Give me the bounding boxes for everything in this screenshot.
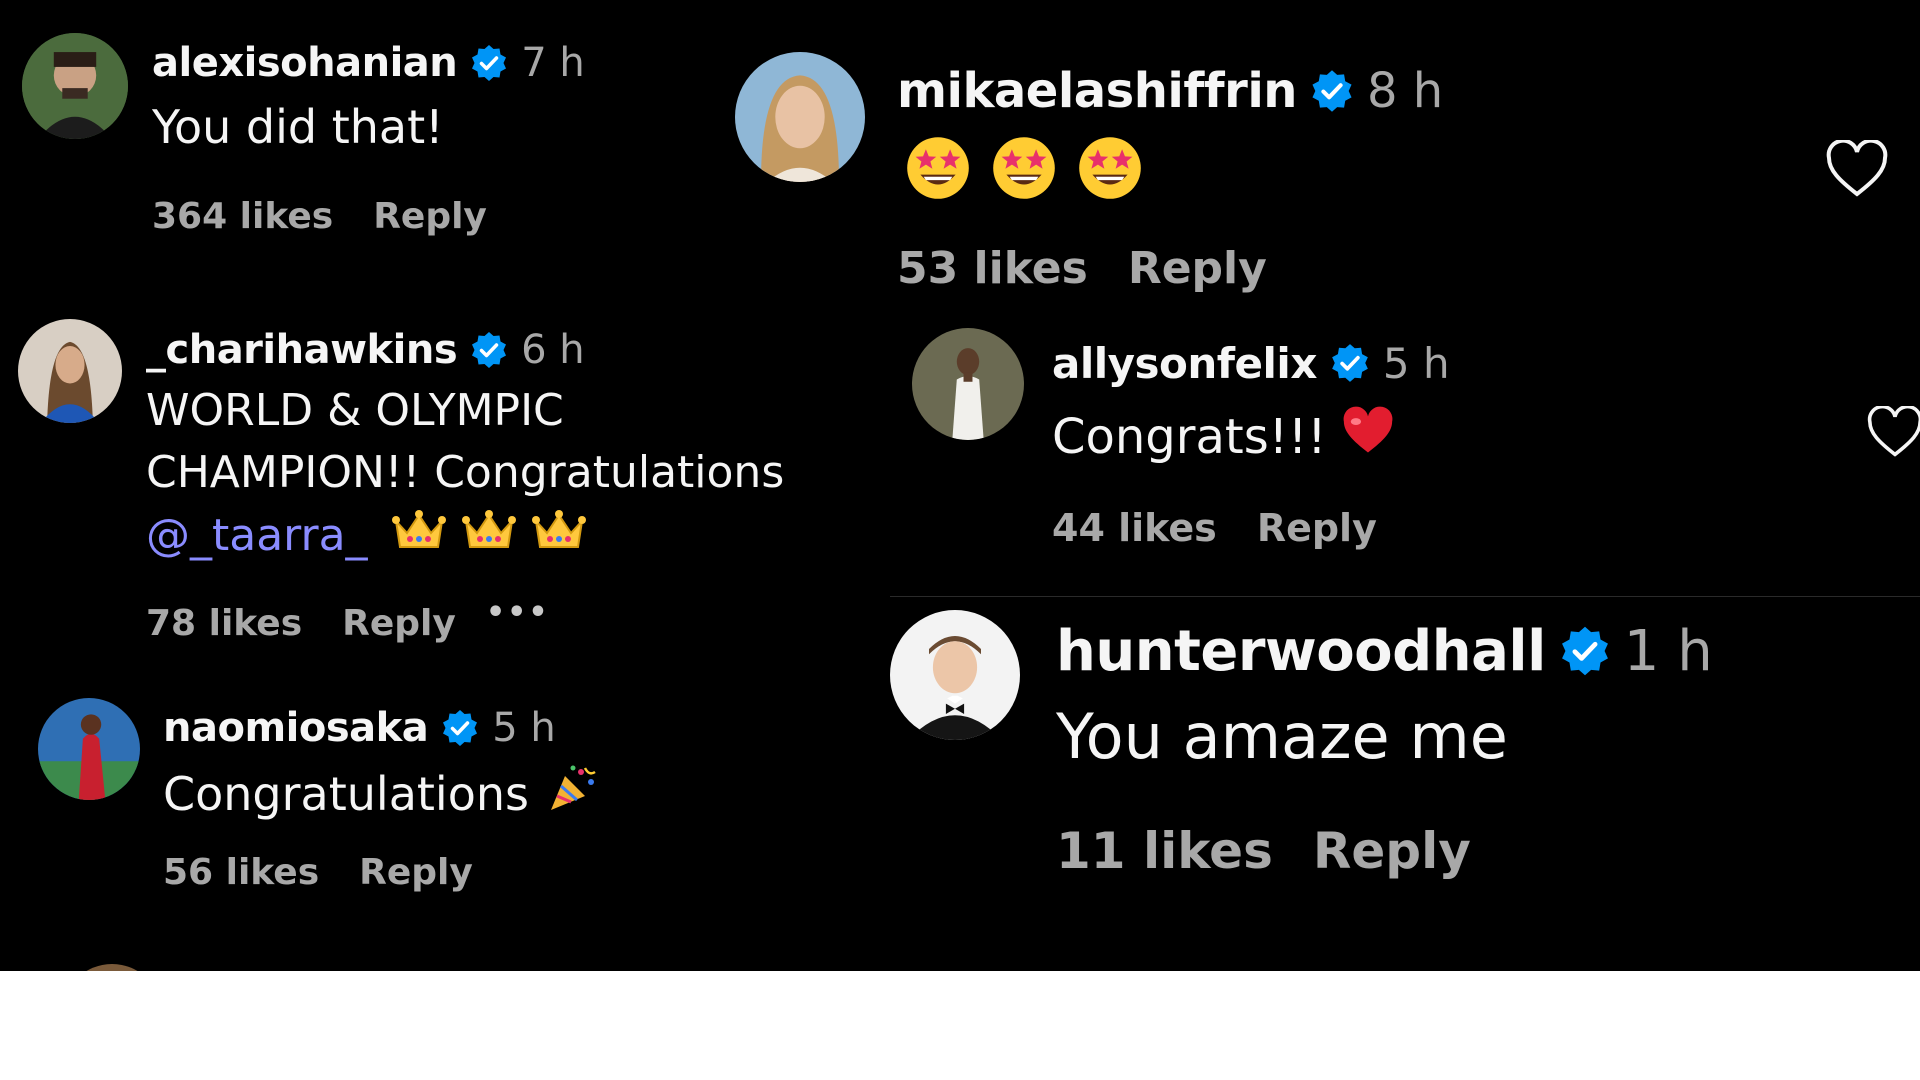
reply-button[interactable]: Reply [359,852,473,893]
reply-button[interactable]: Reply [1257,506,1377,550]
comment-actions: 364 likes Reply [152,196,487,237]
likes-count[interactable]: 11 likes [1056,822,1273,880]
comment-header: allysonfelix 5 h [1052,338,1450,388]
verified-badge-icon [1558,624,1612,678]
comment-text-label: Congrats!!! [1052,409,1327,465]
comment-text-line-3: @_taarra_ [146,507,586,564]
username[interactable]: hunterwoodhall [1056,619,1546,684]
comment-text [905,135,1143,205]
comment-naomiosaka: naomiosaka 5 h Congratulations 56 likes … [0,680,885,971]
panel-divider [890,596,1920,597]
verified-badge-icon [440,708,480,748]
comment-text: You did that! [152,100,444,154]
star-struck-emoji-icon [1077,135,1143,205]
crown-emoji-icon [461,507,516,564]
comment-actions: 56 likes Reply [163,852,473,893]
comment-text-line-1: WORLD & OLYMPIC [146,385,564,436]
timestamp: 5 h [492,705,556,751]
comment-text: You amaze me [1056,700,1508,773]
like-heart-icon[interactable] [1866,404,1920,462]
comment-actions: 78 likes Reply [146,603,456,644]
like-heart-icon[interactable] [1825,138,1889,202]
likes-count[interactable]: 44 likes [1052,506,1217,550]
verified-badge-icon [1329,342,1371,384]
username[interactable]: mikaelashiffrin [897,63,1297,119]
comment-actions: 53 likes Reply [897,243,1267,294]
avatar[interactable] [912,328,1024,440]
star-struck-emoji-icon [905,135,971,205]
comment-text: Congratulations [163,762,599,825]
comment-text-label: Congratulations [163,766,529,821]
username[interactable]: alexisohanian [152,40,458,86]
comment-header: _charihawkins 6 h [146,325,585,375]
avatar[interactable] [890,610,1020,740]
timestamp: 1 h [1623,618,1713,684]
comment-mikaelashiffrin: mikaelashiffrin 8 h 53 likes Reply [690,0,1920,300]
party-popper-emoji-icon [547,762,599,825]
comment-header: alexisohanian 7 h [152,38,585,88]
comment-actions: 44 likes Reply [1052,506,1377,550]
comments-collage: alexisohanian 7 h You did that! 364 like… [0,0,1920,971]
red-heart-emoji-icon [1340,406,1396,468]
verified-badge-icon [469,43,509,83]
likes-count[interactable]: 53 likes [897,243,1088,294]
comment-header: mikaelashiffrin 8 h [897,62,1443,120]
reply-button[interactable]: Reply [1313,822,1471,880]
comment-text-line-2: CHAMPION!! Congratulations [146,447,785,498]
comment-actions: 11 likes Reply [1056,822,1471,880]
comment-charihawkins: _charihawkins 6 h WORLD & OLYMPIC CHAMPI… [0,305,885,675]
comment-hunterwoodhall: hunterwoodhall 1 h You amaze me 11 likes… [890,600,1920,971]
reply-button[interactable]: Reply [342,603,456,644]
timestamp: 8 h [1366,63,1444,119]
comment-header: hunterwoodhall 1 h [1056,618,1713,684]
timestamp: 5 h [1382,338,1450,388]
reply-button[interactable]: Reply [373,196,487,237]
star-struck-emoji-icon [991,135,1057,205]
verified-badge-icon [1309,68,1355,114]
likes-count[interactable]: 56 likes [163,852,319,893]
avatar[interactable] [38,698,140,800]
username[interactable]: allysonfelix [1052,339,1317,388]
verified-badge-icon [469,330,509,370]
timestamp: 6 h [521,327,585,373]
comment-alexisohanian: alexisohanian 7 h You did that! 364 like… [0,0,685,300]
avatar[interactable] [18,319,122,423]
likes-count[interactable]: 78 likes [146,603,302,644]
comment-text: Congrats!!! [1052,406,1396,468]
likes-count[interactable]: 364 likes [152,196,333,237]
reply-button[interactable]: Reply [1128,243,1267,294]
avatar[interactable] [735,52,865,182]
comment-allysonfelix: allysonfelix 5 h Congrats!!! 44 likes Re… [890,310,1920,590]
username[interactable]: naomiosaka [163,705,429,751]
comment-header: naomiosaka 5 h [163,703,556,753]
username[interactable]: _charihawkins [146,327,458,373]
crown-emoji-icon [531,507,586,564]
mention-link[interactable]: @_taarra_ [146,510,368,561]
more-options-button[interactable]: ••• [486,595,550,630]
crown-emoji-icon [391,507,446,564]
timestamp: 7 h [521,40,585,86]
avatar[interactable] [22,33,128,139]
